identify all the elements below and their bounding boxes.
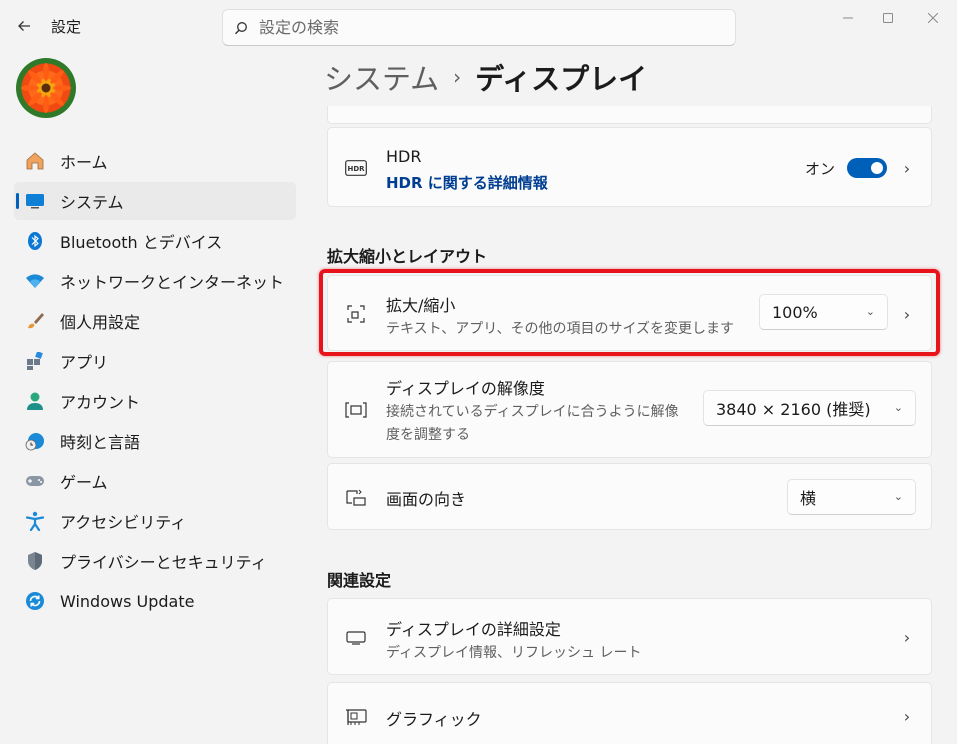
minimize-icon <box>843 17 853 19</box>
chevron-down-icon: ⌄ <box>893 401 903 414</box>
sidebar-item-label: アクセシビリティ <box>60 513 187 532</box>
sidebar-item-gaming[interactable]: ゲーム <box>14 462 296 500</box>
sidebar-item-label: 時刻と言語 <box>60 433 141 452</box>
resolution-card[interactable]: ディスプレイの解像度 接続されているディスプレイに合うように解像 度を調整する … <box>327 361 932 458</box>
scale-dropdown[interactable]: 100% ⌄ <box>759 294 888 330</box>
sidebar-item-label: Windows Update <box>60 591 195 611</box>
apps-icon <box>24 350 46 372</box>
sidebar-nav: ホーム システム Bluetooth とデバイス ネットワークとインターネット … <box>14 142 296 622</box>
sidebar-item-accessibility[interactable]: アクセシビリティ <box>14 502 296 540</box>
orientation-dropdown[interactable]: 横 ⌄ <box>787 479 916 515</box>
monitor-icon <box>344 626 368 650</box>
sidebar-item-bluetooth[interactable]: Bluetooth とデバイス <box>14 222 296 260</box>
orientation-card[interactable]: 画面の向き 横 ⌄ <box>327 463 932 530</box>
shield-icon <box>24 550 46 572</box>
hdr-card[interactable]: HDR HDR HDR に関する詳細情報 オン › <box>327 127 932 207</box>
sidebar-item-system[interactable]: システム <box>14 182 296 220</box>
advanced-display-subtitle: ディスプレイ情報、リフレッシュ レート <box>386 645 642 661</box>
hdr-learn-more-link[interactable]: HDR に関する詳細情報 <box>386 172 548 193</box>
scale-value: 100% <box>772 302 818 322</box>
scale-icon <box>344 302 368 326</box>
minimize-button[interactable] <box>828 6 868 30</box>
chevron-right-icon: › <box>453 65 462 89</box>
title-bar: 設定 <box>0 0 957 50</box>
sidebar-item-label: ネットワークとインターネット <box>60 273 285 292</box>
maximize-icon <box>883 13 893 23</box>
update-icon <box>24 590 46 612</box>
sidebar-item-time-language[interactable]: 時刻と言語 <box>14 422 296 460</box>
chevron-right-icon: › <box>903 304 911 324</box>
resolution-subtitle-line1: 接続されているディスプレイに合うように解像 <box>386 404 679 420</box>
sidebar-item-label: ホーム <box>60 153 108 172</box>
svg-text:HDR: HDR <box>347 165 365 173</box>
sidebar-item-accounts[interactable]: アカウント <box>14 382 296 420</box>
search-input[interactable] <box>259 18 699 37</box>
scale-card[interactable]: 拡大/縮小 テキスト、アプリ、その他の項目のサイズを変更します 100% ⌄ › <box>327 275 932 351</box>
section-title-scale-layout: 拡大縮小とレイアウト <box>327 247 488 266</box>
previous-card-partial <box>327 106 932 124</box>
graphics-title: グラフィック <box>386 710 482 729</box>
sidebar-item-personalization[interactable]: 個人用設定 <box>14 302 296 340</box>
graphics-card[interactable]: グラフィック › <box>327 682 932 744</box>
sidebar-item-label: ゲーム <box>60 473 108 492</box>
chevron-right-icon: › <box>903 627 911 647</box>
sidebar-item-label: プライバシーとセキュリティ <box>60 553 267 572</box>
page-title: ディスプレイ <box>475 62 648 96</box>
maximize-button[interactable] <box>868 6 908 30</box>
resolution-icon <box>344 398 368 422</box>
chevron-right-icon: › <box>903 158 911 178</box>
arrow-left-icon <box>18 21 30 31</box>
network-icon <box>24 270 46 292</box>
sidebar-item-label: 個人用設定 <box>60 313 141 332</box>
sidebar-item-label: システム <box>60 193 124 212</box>
orientation-value: 横 <box>800 489 817 508</box>
resolution-dropdown[interactable]: 3840 × 2160 (推奨) ⌄ <box>703 390 916 426</box>
sidebar-item-privacy-security[interactable]: プライバシーとセキュリティ <box>14 542 296 580</box>
section-title-related: 関連設定 <box>327 571 392 590</box>
hdr-title: HDR <box>386 147 422 166</box>
chevron-right-icon: › <box>903 706 911 726</box>
brush-icon <box>24 310 46 332</box>
hdr-icon: HDR <box>344 156 368 180</box>
advanced-display-title: ディスプレイの詳細設定 <box>386 620 561 639</box>
time-language-icon <box>24 430 46 452</box>
home-icon <box>24 150 46 172</box>
advanced-display-card[interactable]: ディスプレイの詳細設定 ディスプレイ情報、リフレッシュ レート › <box>327 598 932 675</box>
hdr-state-label: オン <box>804 160 835 178</box>
sidebar-item-label: アプリ <box>60 353 109 372</box>
orientation-icon <box>344 486 368 510</box>
close-button[interactable] <box>913 6 953 30</box>
close-icon <box>928 13 938 23</box>
resolution-value: 3840 × 2160 (推奨) <box>716 400 871 419</box>
resolution-subtitle-line2: 度を調整する <box>386 427 470 443</box>
graphics-card-icon <box>344 705 368 729</box>
bluetooth-icon <box>24 230 46 252</box>
user-avatar[interactable] <box>16 58 76 118</box>
search-box[interactable] <box>222 9 736 46</box>
app-title: 設定 <box>51 18 82 36</box>
sidebar-item-network[interactable]: ネットワークとインターネット <box>14 262 296 300</box>
sidebar-item-home[interactable]: ホーム <box>14 142 296 180</box>
search-icon <box>223 21 259 35</box>
sidebar-item-label: アカウント <box>60 393 141 412</box>
resolution-title: ディスプレイの解像度 <box>386 379 545 398</box>
accessibility-icon <box>24 510 46 532</box>
back-button[interactable] <box>10 12 38 40</box>
account-icon <box>24 390 46 412</box>
sidebar-item-label: Bluetooth とデバイス <box>60 233 223 252</box>
scale-subtitle: テキスト、アプリ、その他の項目のサイズを変更します <box>386 321 735 337</box>
system-icon <box>24 190 46 212</box>
chevron-down-icon: ⌄ <box>865 305 875 318</box>
orientation-title: 画面の向き <box>386 490 467 509</box>
chevron-down-icon: ⌄ <box>893 490 903 503</box>
sidebar-item-windows-update[interactable]: Windows Update <box>14 582 296 620</box>
gamepad-icon <box>24 470 46 492</box>
breadcrumb-parent[interactable]: システム <box>324 56 439 98</box>
hdr-toggle[interactable] <box>847 158 887 178</box>
breadcrumb: システム › ディスプレイ <box>324 56 647 98</box>
scale-title: 拡大/縮小 <box>386 296 456 315</box>
sidebar-item-apps[interactable]: アプリ <box>14 342 296 380</box>
